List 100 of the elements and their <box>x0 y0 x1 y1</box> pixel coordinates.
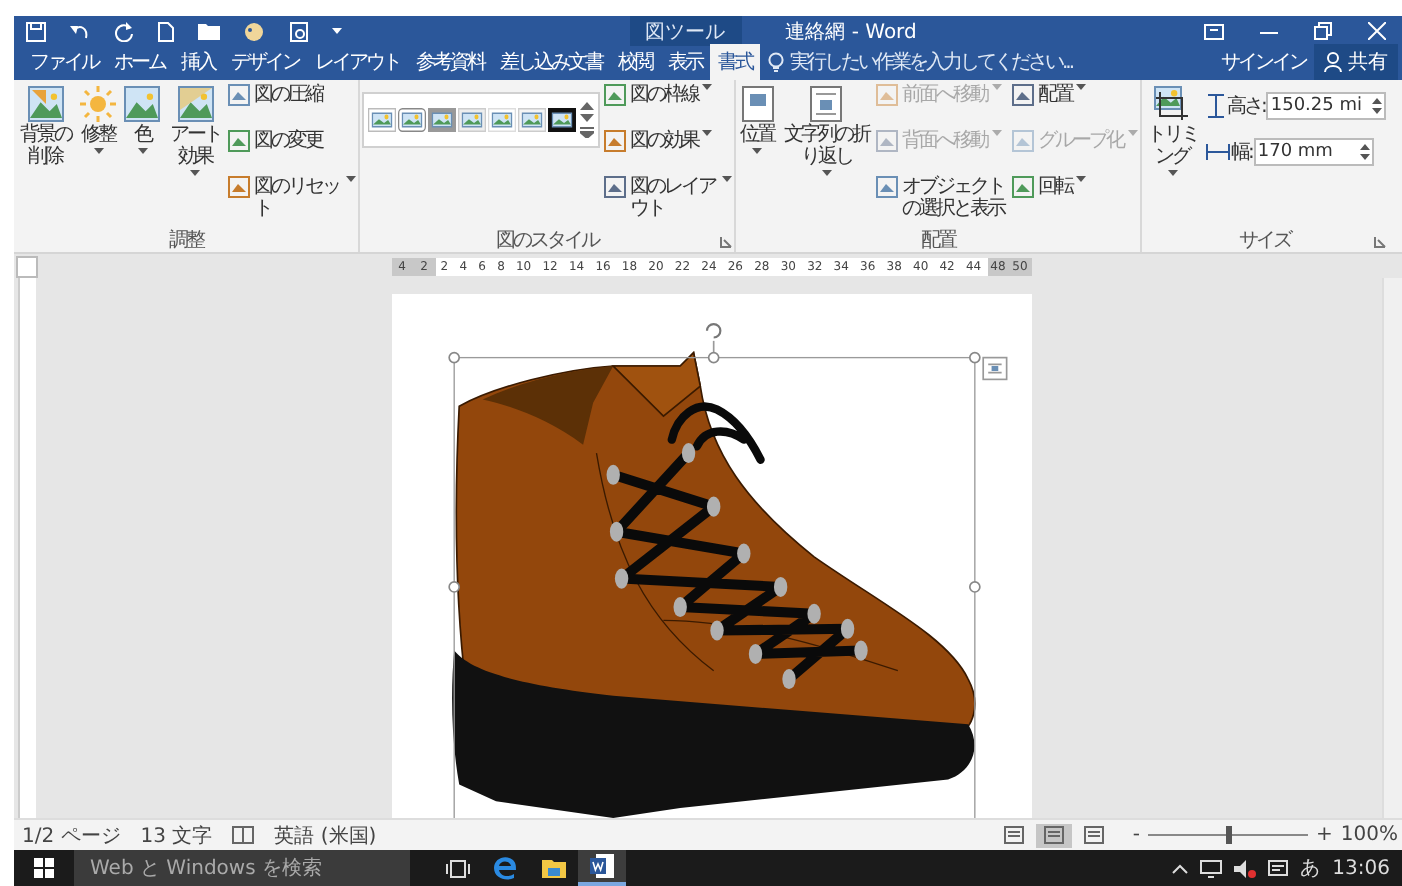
picture-icon <box>876 130 898 152</box>
picture-icon <box>1012 176 1034 198</box>
ribbon-tab[interactable]: ファイル <box>22 44 106 80</box>
person-icon <box>1324 52 1342 72</box>
ribbon-tab[interactable]: デザイン <box>223 44 307 80</box>
lightbulb-icon <box>768 52 784 72</box>
speaker-icon[interactable] <box>1234 859 1257 877</box>
picture-icon <box>27 86 63 122</box>
word-app-icon <box>590 854 614 878</box>
ribbon-tab[interactable]: 差し込み文書 <box>492 44 610 80</box>
tell-me-field[interactable]: 実行したい作業を入力してください... <box>760 44 1081 80</box>
ribbon-button[interactable]: 配置 <box>1012 84 1137 128</box>
task-view-icon <box>446 859 470 877</box>
more-icon[interactable] <box>580 126 594 138</box>
ribbon-tab[interactable]: 書式 <box>710 44 760 80</box>
dialog-launcher-icon[interactable] <box>1374 236 1387 248</box>
picture-icon <box>604 130 626 152</box>
picture-style-thumbnail[interactable] <box>548 108 576 132</box>
picture-style-thumbnail[interactable] <box>518 108 546 132</box>
print-layout-icon <box>1044 826 1065 844</box>
width-icon <box>1205 142 1229 162</box>
picture-icon <box>228 84 250 106</box>
group-label: サイズ <box>1239 227 1291 253</box>
spinner-icon <box>1372 98 1383 114</box>
zoom-level[interactable]: 100% <box>1340 824 1398 846</box>
undo-icon[interactable] <box>70 21 90 41</box>
taskbar-app-button[interactable] <box>578 850 626 886</box>
dialog-launcher-icon[interactable] <box>720 236 732 248</box>
ribbon-tab[interactable]: ホーム <box>106 44 173 80</box>
message-icon[interactable] <box>1268 859 1289 877</box>
picture-icon <box>604 84 626 106</box>
ribbon-tab[interactable]: 参考資料 <box>408 44 492 80</box>
position-icon <box>741 86 773 122</box>
picture-style-thumbnail[interactable] <box>368 108 396 132</box>
ribbon-button[interactable]: 図の効果 <box>604 130 732 174</box>
size-field[interactable]: 150.25 mi <box>1266 92 1387 120</box>
ribbon-button[interactable]: 位置 <box>738 84 776 156</box>
ribbon-tab[interactable]: レイアウト <box>307 44 408 80</box>
zoom-out-button[interactable]: - <box>1132 824 1141 846</box>
ribbon-button[interactable]: 背景の削除 <box>16 84 74 170</box>
ribbon-button[interactable]: 図の変更 <box>228 130 356 174</box>
group-label: 調整 <box>169 227 203 253</box>
scroll-up-icon[interactable] <box>580 102 594 110</box>
page-count[interactable]: 1/2 ページ <box>22 821 121 849</box>
layout-options-icon[interactable] <box>981 356 1007 381</box>
ribbon-button[interactable]: 図の圧縮 <box>228 84 356 128</box>
windows-logo-icon[interactable] <box>34 858 54 878</box>
text-wrap-icon <box>810 86 842 122</box>
share-button[interactable]: 共有 <box>1314 44 1398 80</box>
sign-in-link[interactable]: サインイン <box>1213 44 1314 80</box>
picture-icon <box>124 86 160 122</box>
folder-icon[interactable] <box>198 22 220 40</box>
view-button[interactable] <box>1036 823 1073 847</box>
picture-style-thumbnail[interactable] <box>398 108 426 132</box>
ribbon-button[interactable]: 色 <box>122 84 162 156</box>
taskbar-search-field[interactable]: Web と Windows を検索 <box>74 850 410 886</box>
restore-icon[interactable] <box>1314 22 1333 40</box>
ribbon-tab[interactable]: 校閲 <box>610 44 660 80</box>
redo-icon[interactable] <box>114 21 134 41</box>
customize-caret-icon[interactable] <box>332 28 342 34</box>
network-icon[interactable] <box>1200 859 1223 877</box>
language-status[interactable]: 英語 (米国) <box>274 821 377 849</box>
size-label: 幅: <box>1231 140 1252 166</box>
size-field[interactable]: 170 mm <box>1253 138 1374 166</box>
chevron-up-icon[interactable] <box>1172 863 1189 873</box>
save-icon[interactable] <box>26 21 46 41</box>
group-label: 配置 <box>920 227 955 253</box>
context-tab-header: 図ツール <box>629 16 742 46</box>
selected-boot-drawing[interactable] <box>447 323 980 818</box>
ribbon-tab[interactable]: 挿入 <box>173 44 223 80</box>
word-count[interactable]: 13 文字 <box>140 821 213 849</box>
ribbon-button[interactable]: 修整 <box>78 84 118 156</box>
zoom-in-button[interactable]: + <box>1316 824 1333 846</box>
picture-icon <box>228 130 250 152</box>
clock[interactable]: 13:06 <box>1332 857 1390 879</box>
ribbon-display-icon[interactable] <box>1204 23 1225 39</box>
group-label: 図のスタイル <box>496 227 598 253</box>
ribbon-button[interactable]: トリミング <box>1143 84 1201 178</box>
picture-icon <box>876 84 898 106</box>
close-icon[interactable] <box>1368 22 1387 40</box>
sun-icon <box>80 86 116 122</box>
proofing-icon[interactable] <box>232 826 255 844</box>
ribbon-button[interactable]: 図のリセット <box>228 176 356 220</box>
window-title: 連絡網 - Word <box>785 19 917 45</box>
ribbon-button[interactable]: 文字列の折り返し <box>780 84 872 178</box>
ribbon-button[interactable]: アート効果 <box>166 84 224 178</box>
picture-icon <box>876 176 898 198</box>
picture-icon <box>1012 84 1034 106</box>
ribbon-button[interactable]: 図の枠線 <box>604 84 732 128</box>
input-method-indicator[interactable]: あ <box>1300 854 1321 882</box>
print-preview-icon[interactable] <box>290 21 308 41</box>
ribbon-button[interactable]: オブジェクトの選択と表示 <box>876 176 1008 220</box>
ribbon-button[interactable]: 回転 <box>1012 176 1137 220</box>
new-document-icon[interactable] <box>158 21 174 41</box>
picture-icon <box>228 176 250 198</box>
scroll-down-icon[interactable] <box>580 114 594 122</box>
picture-style-thumbnail[interactable] <box>458 108 486 132</box>
ribbon-button[interactable]: 図のレイアウト <box>604 176 732 220</box>
ribbon-tab[interactable]: 表示 <box>660 44 710 80</box>
picture-style-thumbnail[interactable] <box>428 108 456 132</box>
